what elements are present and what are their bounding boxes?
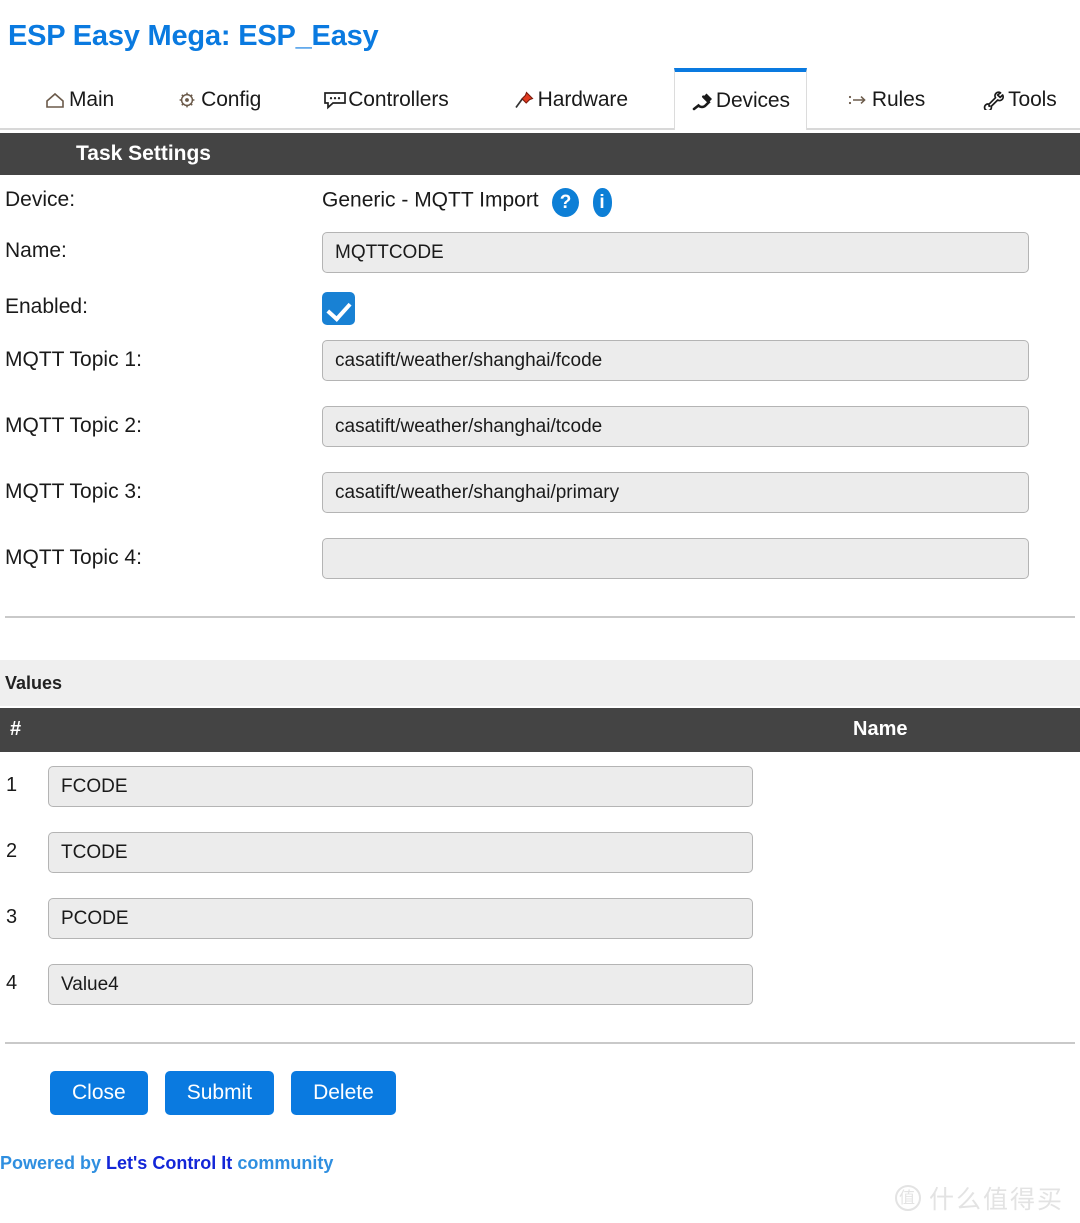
main-navigation: Main Config Controllers Hardware Devices… [0, 68, 1080, 130]
tab-controllers-label: Controllers [348, 88, 449, 111]
value-row-4-name-input[interactable] [48, 964, 753, 1005]
tab-main[interactable]: Main [26, 70, 132, 128]
mqtt-topic-3-label: MQTT Topic 3: [5, 480, 142, 503]
tab-devices[interactable]: Devices [673, 68, 807, 130]
value-row-2-number: 2 [6, 840, 18, 862]
enabled-checkbox[interactable] [322, 292, 355, 325]
values-section-title: Values [5, 672, 63, 693]
home-icon [44, 90, 66, 110]
action-button-row: Close Submit Delete [50, 1071, 396, 1115]
values-section-header: Values [0, 660, 1080, 706]
value-row-1-name-input[interactable] [48, 766, 753, 807]
enabled-row: Enabled: [0, 292, 1080, 326]
device-label: Device: [5, 188, 76, 211]
arrow-rules-icon [847, 90, 869, 110]
device-value: Generic - MQTT Import [322, 188, 539, 212]
tab-main-label: Main [69, 88, 115, 111]
tab-config-label: Config [201, 88, 262, 111]
value-row-3-number: 3 [6, 906, 18, 928]
name-row: Name: [0, 232, 1080, 274]
column-header-number: # [10, 718, 22, 740]
value-row-2-name-input[interactable] [48, 832, 753, 873]
delete-button[interactable]: Delete [291, 1071, 396, 1115]
mqtt-topic-1-label: MQTT Topic 1: [5, 348, 142, 371]
tab-hardware-label: Hardware [537, 88, 628, 111]
tab-rules[interactable]: Rules [829, 70, 943, 128]
value-row-3: 3 [0, 898, 1080, 942]
watermark-text: 什么值得买 [928, 1186, 1064, 1214]
tab-devices-label: Devices [715, 89, 790, 112]
plug-icon [691, 91, 713, 111]
mqtt-topic-3-row: MQTT Topic 3: [0, 472, 1080, 514]
values-table-header: # Name [0, 708, 1080, 752]
value-row-4-number: 4 [6, 972, 18, 994]
close-button[interactable]: Close [50, 1071, 148, 1115]
info-icon[interactable]: i [592, 188, 612, 217]
task-name-input[interactable] [322, 232, 1029, 273]
tab-config[interactable]: Config [158, 70, 279, 128]
tab-tools-label: Tools [1008, 88, 1057, 111]
value-row-4: 4 [0, 964, 1080, 1008]
mqtt-topic-2-label: MQTT Topic 2: [5, 414, 142, 437]
speech-bubble-icon [323, 90, 347, 110]
mqtt-topic-4-row: MQTT Topic 4: [0, 538, 1080, 580]
gear-icon [176, 90, 198, 110]
help-icon[interactable]: ? [552, 188, 580, 217]
section-divider-bottom [5, 1042, 1075, 1044]
footer-brand-link[interactable]: Let's Control It [106, 1153, 232, 1173]
value-row-1-number: 1 [6, 774, 18, 796]
footer: Powered by Let's Control It community [0, 1153, 333, 1174]
submit-button[interactable]: Submit [164, 1071, 275, 1115]
task-settings-title: Task Settings [76, 142, 211, 165]
tab-tools[interactable]: Tools [965, 70, 1075, 128]
wrench-icon [983, 90, 1005, 110]
mqtt-topic-1-row: MQTT Topic 1: [0, 340, 1080, 382]
enabled-label: Enabled: [5, 295, 88, 318]
page-title: ESP Easy Mega: ESP_Easy [8, 20, 379, 52]
section-divider-top [5, 616, 1075, 618]
tab-controllers[interactable]: Controllers [305, 70, 466, 128]
pushpin-icon [513, 90, 535, 110]
device-row: Device: Generic - MQTT Import ? i [0, 186, 1080, 226]
footer-suffix: community [232, 1153, 334, 1173]
mqtt-topic-2-row: MQTT Topic 2: [0, 406, 1080, 448]
mqtt-topic-2-input[interactable] [322, 406, 1029, 447]
page-root: ESP Easy Mega: ESP_Easy Main Config Cont… [0, 0, 1080, 1223]
value-row-3-name-input[interactable] [48, 898, 753, 939]
value-row-1: 1 [0, 766, 1080, 810]
watermark-logo-icon: 值 [894, 1185, 921, 1211]
mqtt-topic-4-input[interactable] [322, 538, 1029, 579]
task-settings-header: Task Settings [0, 133, 1080, 175]
tab-rules-label: Rules [871, 88, 926, 111]
watermark: 值 什么值得买 [894, 1180, 1064, 1216]
mqtt-topic-1-input[interactable] [322, 340, 1029, 381]
footer-prefix: Powered by [0, 1153, 107, 1173]
tab-hardware[interactable]: Hardware [495, 70, 646, 128]
mqtt-topic-3-input[interactable] [322, 472, 1029, 513]
name-label: Name: [5, 239, 67, 262]
column-header-name: Name [853, 718, 908, 740]
mqtt-topic-4-label: MQTT Topic 4: [5, 546, 142, 569]
value-row-2: 2 [0, 832, 1080, 876]
